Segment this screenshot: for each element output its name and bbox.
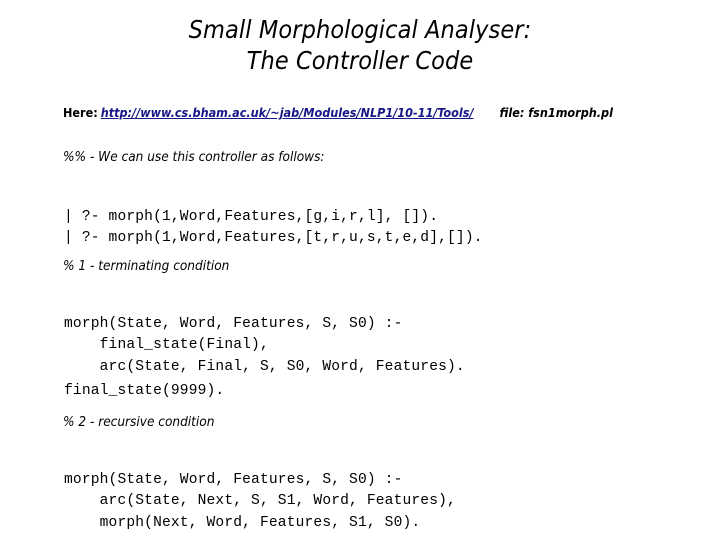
page-title-line-2: The Controller Code [246, 46, 474, 75]
page-title-line-1: Small Morphological Analyser: [188, 15, 532, 44]
code-block-recursive-rule: morph(State, Word, Features, S, S0) :- a… [64, 471, 456, 531]
source-file-label: file: fsn1morph.pl [499, 105, 613, 120]
code-block-example-queries: | ?- morph(1,Word,Features,[g,i,r,l], []… [64, 208, 483, 247]
here-label: Here: [63, 105, 98, 120]
code-block-final-state-fact: final_state(9999). [64, 382, 225, 399]
slide-canvas: Small Morphological Analyser: The Contro… [0, 0, 720, 540]
source-reference-line: Here: http://www.cs.bham.ac.uk/~jab/Modul… [63, 104, 613, 122]
comment-section-one: % 1 - terminating condition [63, 258, 230, 274]
code-block-terminating-rule: morph(State, Word, Features, S, S0) :- f… [64, 315, 465, 375]
source-url-link[interactable]: http://www.cs.bham.ac.uk/~jab/Modules/NL… [101, 105, 474, 120]
comment-usage-intro: %% - We can use this controller as follo… [63, 149, 325, 165]
comment-section-two: % 2 - recursive condition [63, 414, 215, 430]
page-title: Small Morphological Analyser: The Contro… [0, 14, 720, 76]
